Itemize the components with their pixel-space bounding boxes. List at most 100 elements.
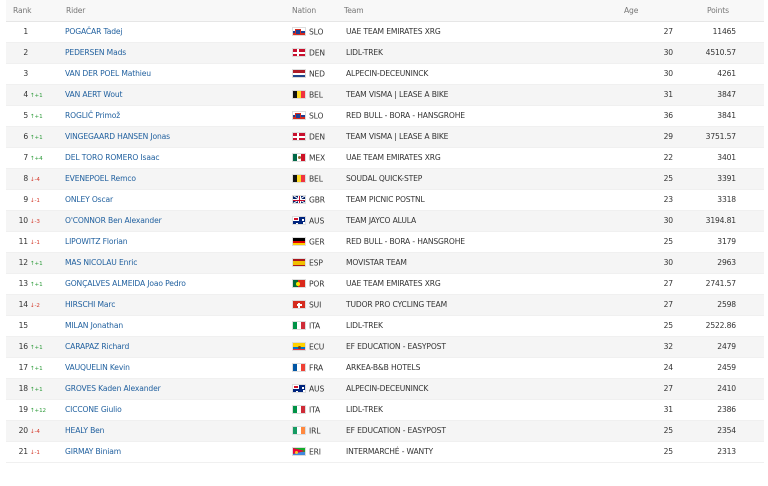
rank-cell: 21 ↓-1 xyxy=(6,441,56,463)
nation-code: SLO xyxy=(309,111,324,121)
rank-change: ↓-1 xyxy=(30,198,52,204)
rank-change-value: -4 xyxy=(34,177,40,183)
rank-change: ↓-1 xyxy=(30,450,52,456)
team-cell: RED BULL - BORA - HANSGROHE xyxy=(344,105,624,127)
nation-cell: FRA xyxy=(292,357,344,379)
age-cell: 22 xyxy=(624,147,699,169)
points-cell: 2410 xyxy=(699,378,764,400)
age-column-header[interactable]: Age xyxy=(624,0,699,22)
table-row: 19 ↑+12 CICCONE Giulio ITA LIDL-TREK 31 2386 xyxy=(6,399,764,421)
rider-cell: GROVES Kaden Alexander xyxy=(56,378,292,400)
table-row: 7 ↑+4 DEL TORO ROMERO Isaac MEX UAE TEAM EMI… xyxy=(6,147,764,169)
rider-link[interactable]: LIPOWITZ Florian xyxy=(65,237,128,246)
rank-change-value: +4 xyxy=(34,156,43,162)
rank-cell: 9 ↓-1 xyxy=(6,189,56,211)
rider-link[interactable]: CICCONE Giulio xyxy=(65,405,122,414)
rank-change: ↑+4 xyxy=(30,156,52,162)
points-cell: 2963 xyxy=(699,252,764,274)
rank-cell: 14 ↓-2 xyxy=(6,294,56,316)
points-cell: 3194.81 xyxy=(699,210,764,232)
rider-link[interactable]: VAN DER POEL Mathieu xyxy=(65,69,151,78)
rank-change-value: +1 xyxy=(34,261,43,267)
table-header: Rank Rider Nation Team Age Points xyxy=(6,0,764,22)
rank-value: 9 xyxy=(23,195,28,204)
table-row: 21 ↓-1 GIRMAY Biniam ERI INTERMARCHÉ - WANTY… xyxy=(6,441,764,463)
points-cell: 2522.86 xyxy=(699,315,764,337)
rider-link[interactable]: GROVES Kaden Alexander xyxy=(65,384,161,393)
rider-cell: POGAČAR Tadej xyxy=(56,21,292,43)
age-cell: 36 xyxy=(624,105,699,127)
rank-change-value: +1 xyxy=(34,282,43,288)
rank-change-value: -1 xyxy=(34,450,40,456)
rider-link[interactable]: GONÇALVES ALMEIDA Joao Pedro xyxy=(65,279,186,288)
rider-link[interactable]: CARAPAZ Richard xyxy=(65,342,129,351)
rider-link[interactable]: VINGEGAARD HANSEN Jonas xyxy=(65,132,170,141)
nation-cell: POR xyxy=(292,273,344,295)
table-body: 1 POGAČAR Tadej SLO UAE TEAM EMIRATES XRG 27… xyxy=(6,21,764,463)
rider-cell: ONLEY Oscar xyxy=(56,189,292,211)
rank-change: ↓-3 xyxy=(30,219,52,225)
nation-cell: AUS xyxy=(292,210,344,232)
points-cell: 3841 xyxy=(699,105,764,127)
nation-column-header[interactable]: Nation xyxy=(292,0,344,22)
rider-link[interactable]: POGAČAR Tadej xyxy=(65,27,123,36)
team-column-header[interactable]: Team xyxy=(344,0,624,22)
rider-link[interactable]: VAUQUELIN Kevin xyxy=(65,363,130,372)
rank-cell: 8 ↓-4 xyxy=(6,168,56,190)
rider-link[interactable]: PEDERSEN Mads xyxy=(65,48,126,57)
rank-value: 20 xyxy=(18,426,29,435)
rank-change: ↓-2 xyxy=(30,303,52,309)
rank-change-value: -3 xyxy=(34,219,40,225)
rider-cell: HIRSCHI Marc xyxy=(56,294,292,316)
rider-link[interactable]: MAS NICOLAU Enric xyxy=(65,258,137,267)
rank-value: 19 xyxy=(18,405,29,414)
rider-link[interactable]: DEL TORO ROMERO Isaac xyxy=(65,153,160,162)
rank-change-value: -2 xyxy=(34,303,40,309)
rank-cell: 15 xyxy=(6,315,56,337)
nation-cell: SUI xyxy=(292,294,344,316)
rider-link[interactable]: HEALY Ben xyxy=(65,426,104,435)
rider-link[interactable]: ROGLIČ Primož xyxy=(65,111,120,120)
points-column-header[interactable]: Points xyxy=(699,0,764,22)
rank-cell: 10 ↓-3 xyxy=(6,210,56,232)
rank-value: 16 xyxy=(18,342,29,351)
rider-link[interactable]: VAN AERT Wout xyxy=(65,90,122,99)
rank-cell: 1 xyxy=(6,21,56,43)
rider-link[interactable]: GIRMAY Biniam xyxy=(65,447,121,456)
rank-change-value: +1 xyxy=(34,114,43,120)
rider-link[interactable]: ONLEY Oscar xyxy=(65,195,113,204)
rank-cell: 3 xyxy=(6,63,56,85)
team-cell: MOVISTAR TEAM xyxy=(344,252,624,274)
rank-change: ↓-4 xyxy=(30,429,52,435)
slo-flag-icon xyxy=(292,27,306,37)
rank-change: ↑+1 xyxy=(30,261,52,267)
team-cell: EF EDUCATION - EASYPOST xyxy=(344,420,624,442)
nation-code: NED xyxy=(309,69,325,79)
rider-cell: GIRMAY Biniam xyxy=(56,441,292,463)
points-cell: 3318 xyxy=(699,189,764,211)
age-cell: 25 xyxy=(624,315,699,337)
rank-value: 2 xyxy=(23,48,28,57)
rider-link[interactable]: EVENEPOEL Remco xyxy=(65,174,136,183)
nation-code: IRL xyxy=(309,426,321,436)
rank-change: ↑+1 xyxy=(30,135,52,141)
nation-code: ECU xyxy=(309,342,325,352)
rank-cell: 12 ↑+1 xyxy=(6,252,56,274)
por-flag-icon xyxy=(292,279,306,289)
rank-value: 1 xyxy=(23,27,28,36)
table-row: 3 VAN DER POEL Mathieu NED ALPECIN-DECEUNIN… xyxy=(6,63,764,85)
age-cell: 25 xyxy=(624,231,699,253)
table-row: 18 ↑+1 GROVES Kaden Alexander AUS ALPECIN-DE… xyxy=(6,378,764,400)
age-cell: 30 xyxy=(624,252,699,274)
table-row: 2 PEDERSEN Mads DEN LIDL-TREK 30 4510.57 xyxy=(6,42,764,64)
rank-value: 14 xyxy=(18,300,29,309)
rider-link[interactable]: HIRSCHI Marc xyxy=(65,300,115,309)
rank-change-value: +1 xyxy=(34,387,43,393)
points-cell: 2598 xyxy=(699,294,764,316)
nation-cell: ITA xyxy=(292,399,344,421)
rider-link[interactable]: MILAN Jonathan xyxy=(65,321,123,330)
rank-column-header[interactable]: Rank xyxy=(6,0,56,22)
rider-link[interactable]: O'CONNOR Ben Alexander xyxy=(65,216,162,225)
rider-column-header[interactable]: Rider xyxy=(56,0,292,22)
rank-value: 15 xyxy=(18,321,29,330)
